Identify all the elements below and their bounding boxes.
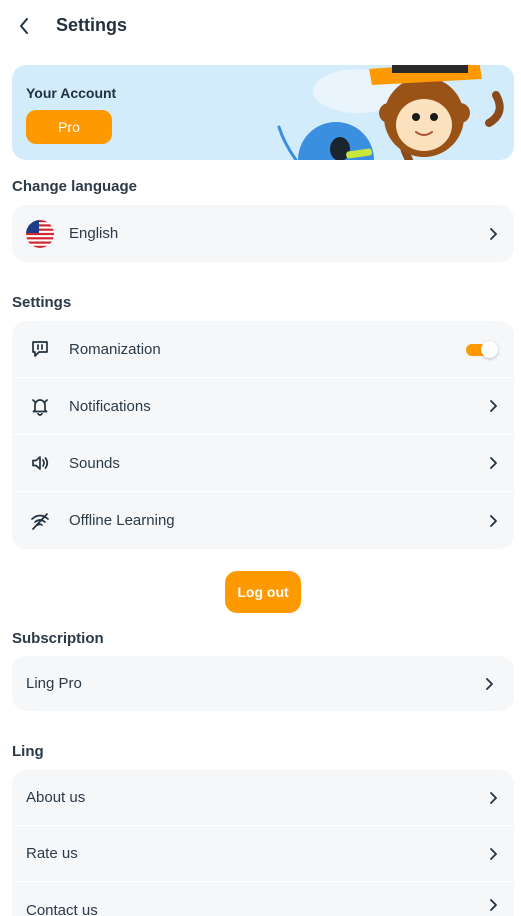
wifi-off-icon [29, 510, 51, 532]
settings-row-notifications[interactable]: Notifications [12, 378, 514, 435]
section-title-settings: Settings [12, 294, 72, 311]
settings-row-offline[interactable]: Offline Learning [12, 492, 514, 549]
back-button[interactable] [12, 14, 36, 38]
language-card: English [12, 205, 514, 262]
chevron-right-icon [488, 847, 498, 861]
settings-label-notifications: Notifications [69, 397, 151, 415]
section-title-ling: Ling [12, 743, 44, 760]
page-title: Settings [56, 15, 128, 35]
chevron-left-icon [20, 18, 28, 34]
account-title: Your Account [26, 85, 117, 101]
mascot-illustration [277, 65, 504, 160]
subscription-row-ling-pro[interactable]: Ling Pro [12, 656, 514, 711]
ling-label-contact: Contact us [26, 902, 98, 916]
account-card: Your Account Pro [12, 65, 514, 160]
subscription-card: Ling Pro [12, 656, 514, 711]
settings-row-romanization[interactable]: Romanization [12, 321, 514, 378]
settings-label-romanization: Romanization [69, 340, 161, 358]
section-title-language: Change language [12, 178, 138, 195]
ling-row-about[interactable]: About us [12, 770, 514, 826]
speaker-icon [29, 452, 51, 474]
settings-label-offline: Offline Learning [69, 512, 175, 529]
romanization-toggle[interactable] [466, 341, 498, 358]
subscription-label: Ling Pro [26, 675, 82, 692]
chevron-right-icon [488, 227, 498, 241]
romanization-icon [29, 338, 51, 360]
toggle-knob [481, 341, 498, 358]
chevron-right-icon [488, 791, 498, 805]
ling-row-rate[interactable]: Rate us [12, 826, 514, 882]
chevron-right-icon [488, 456, 498, 470]
chevron-right-icon [488, 514, 498, 528]
ling-label-rate: Rate us [26, 845, 78, 862]
settings-card: Romanization Notifications Sounds Offlin… [12, 321, 514, 549]
us-flag-icon [26, 219, 54, 248]
ling-card: About us Rate us Contact us [12, 770, 514, 916]
settings-row-sounds[interactable]: Sounds [12, 435, 514, 492]
pro-button[interactable]: Pro [26, 110, 112, 144]
ling-label-about: About us [26, 789, 86, 806]
language-label: English [69, 225, 119, 242]
bell-icon [29, 395, 51, 417]
chevron-right-icon [488, 898, 498, 912]
chevron-right-icon [488, 399, 498, 413]
section-title-subscription: Subscription [12, 630, 104, 647]
header: Settings [0, 0, 521, 52]
ling-row-contact[interactable]: Contact us [12, 882, 514, 916]
language-row[interactable]: English [12, 205, 514, 262]
chevron-right-icon [484, 677, 494, 691]
logout-button[interactable]: Log out [225, 571, 301, 613]
settings-label-sounds: Sounds [69, 454, 120, 472]
